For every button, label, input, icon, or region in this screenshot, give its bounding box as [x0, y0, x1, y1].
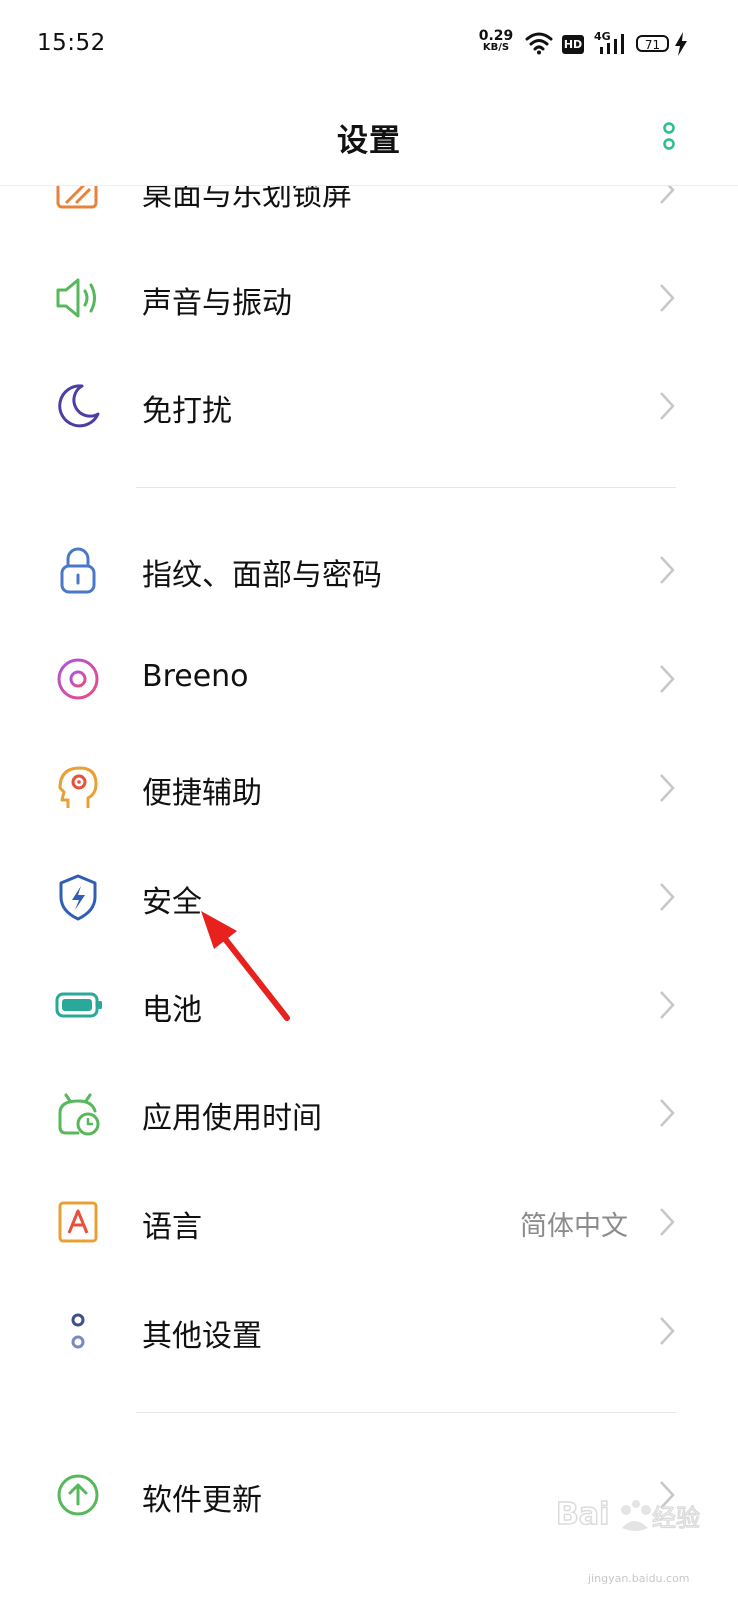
settings-item-label: 声音与振动	[142, 286, 292, 321]
wifi-icon	[525, 32, 553, 55]
breeno-icon	[57, 658, 99, 700]
hd-badge: HD	[562, 35, 584, 54]
chevron-right-icon	[660, 883, 675, 911]
assist-head-icon	[58, 766, 98, 808]
battery-level: 71	[644, 38, 661, 52]
shield-icon	[59, 874, 97, 921]
chevron-right-icon	[660, 991, 675, 1019]
page-title: 设置	[337, 123, 401, 159]
other-settings-icon	[71, 1313, 85, 1349]
network-speed: 0.29 KB/S	[476, 29, 516, 53]
signal-icon	[600, 34, 624, 54]
chevron-right-icon	[660, 774, 675, 802]
settings-item-label: 语言	[142, 1210, 202, 1245]
chevron-right-icon	[660, 1208, 675, 1236]
settings-item-do-not-disturb[interactable]: 免打扰	[0, 352, 738, 460]
settings-item-label: 电池	[142, 993, 202, 1028]
status-bar: 15:52 0.29 KB/S HD 4G 71	[0, 0, 738, 90]
settings-item-label: 其他设置	[142, 1319, 262, 1354]
settings-item-breeno[interactable]: Breeno	[0, 625, 738, 733]
settings-item-label: Breeno	[142, 659, 249, 694]
settings-item-app-usage-time[interactable]: 应用使用时间	[0, 1059, 738, 1167]
chevron-right-icon	[660, 1099, 675, 1127]
lock-icon	[60, 547, 96, 594]
baidu-watermark-logo: Bai 经验	[556, 1496, 701, 1533]
settings-item-language[interactable]: 语言 简体中文	[0, 1168, 738, 1276]
charging-bolt-icon	[675, 32, 687, 56]
network-speed-value: 0.29	[478, 28, 514, 44]
settings-item-label: 便捷辅助	[142, 776, 262, 811]
section-divider	[136, 487, 676, 488]
settings-item-convenience-assist[interactable]: 便捷辅助	[0, 734, 738, 842]
language-current-value: 简体中文	[520, 1211, 628, 1242]
settings-item-label: 应用使用时间	[142, 1101, 322, 1136]
settings-item-other-settings[interactable]: 其他设置	[0, 1277, 738, 1385]
settings-item-sound[interactable]: 声音与振动	[0, 244, 738, 352]
app-time-icon	[58, 1093, 100, 1136]
svg-text:经验: 经验	[652, 1504, 700, 1532]
battery-icon	[55, 992, 102, 1018]
app-header: 设置	[0, 90, 738, 186]
network-speed-unit: KB/S	[482, 42, 510, 53]
settings-item-label: 免打扰	[142, 394, 232, 429]
settings-item-fingerprint-face-password[interactable]: 指纹、面部与密码	[0, 516, 738, 624]
settings-item-security[interactable]: 安全	[0, 843, 738, 951]
settings-item-label: 软件更新	[142, 1483, 262, 1518]
update-arrow-icon	[57, 1474, 99, 1516]
settings-item-label: 安全	[142, 885, 202, 920]
chevron-right-icon	[660, 1317, 675, 1345]
chevron-right-icon	[660, 284, 675, 312]
watermark-url: jingyan.baidu.com	[588, 1572, 690, 1585]
section-divider	[136, 1412, 676, 1413]
status-time: 15:52	[37, 30, 106, 56]
more-vertical-dots-icon[interactable]	[660, 120, 678, 154]
battery-indicator: 71	[636, 35, 669, 52]
svg-text:Bai: Bai	[556, 1497, 609, 1532]
moon-icon	[58, 384, 100, 428]
speaker-icon	[56, 278, 96, 318]
language-a-icon	[58, 1201, 98, 1243]
chevron-right-icon	[660, 665, 675, 693]
settings-item-battery[interactable]: 电池	[0, 951, 738, 1059]
chevron-right-icon	[660, 556, 675, 584]
settings-item-label: 指纹、面部与密码	[142, 558, 382, 593]
chevron-right-icon	[660, 392, 675, 420]
